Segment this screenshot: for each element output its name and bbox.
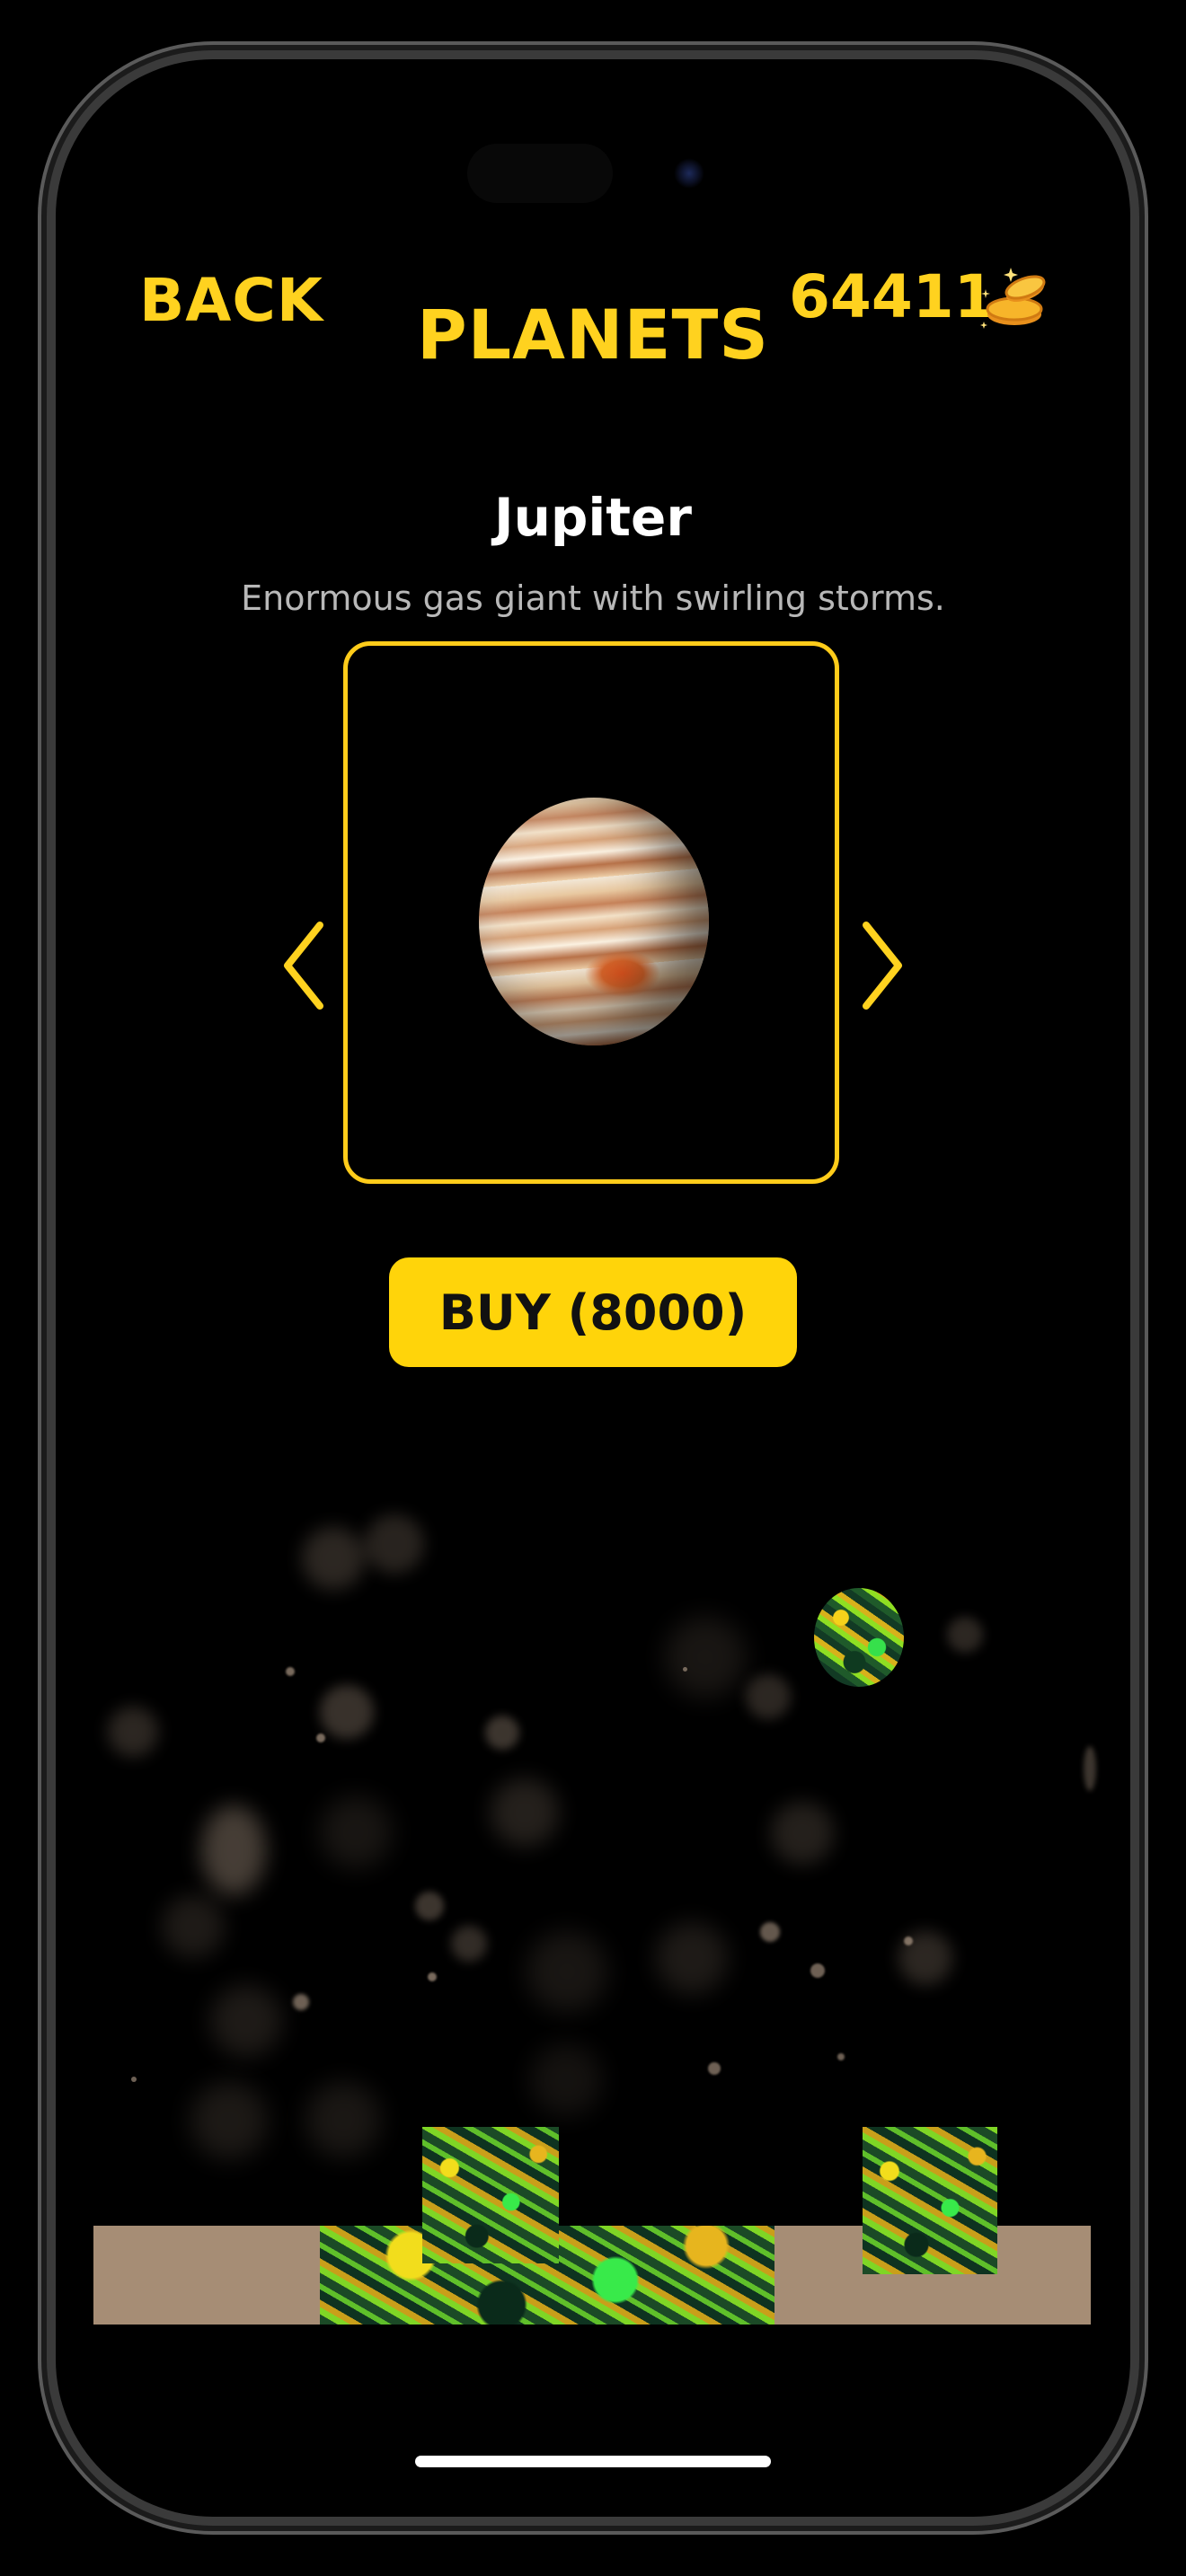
bokeh-particle <box>947 1617 983 1653</box>
bokeh-particle <box>485 1716 519 1750</box>
bokeh-particle <box>162 1895 225 1958</box>
bokeh-particle <box>302 1527 365 1590</box>
grass-block <box>422 2127 559 2263</box>
bokeh-particle <box>746 1674 791 1719</box>
bokeh-particle <box>760 1922 780 1942</box>
bokeh-particle <box>415 1892 444 1920</box>
bokeh-particle <box>286 1667 295 1676</box>
bokeh-particle <box>108 1707 158 1757</box>
game-screen: BACK PLANETS 64411 Jupiter Enormous gas … <box>0 0 1186 2576</box>
bokeh-particle <box>683 1667 687 1672</box>
bokeh-particle <box>904 1936 913 1945</box>
home-indicator <box>415 2456 771 2467</box>
bokeh-particle <box>320 1796 392 1868</box>
bokeh-particle <box>320 1685 374 1739</box>
bokeh-particle <box>665 1617 746 1698</box>
planet-description: Enormous gas giant with swirling storms. <box>241 578 945 618</box>
bokeh-particle <box>316 1734 325 1742</box>
bokeh-particle <box>451 1926 487 1962</box>
buy-button[interactable]: BUY (8000) <box>389 1257 797 1367</box>
planet-name: Jupiter <box>494 487 692 548</box>
bokeh-particle <box>131 2077 137 2082</box>
bokeh-particle <box>305 2082 381 2157</box>
falling-planet <box>814 1588 904 1687</box>
front-camera <box>674 158 704 189</box>
bokeh-particle <box>530 2044 602 2116</box>
bokeh-particle <box>708 2062 721 2075</box>
coin-balance: 64411 <box>789 262 996 331</box>
bokeh-particle <box>1084 1746 1096 1791</box>
grass-block <box>863 2127 997 2274</box>
chevron-left-icon[interactable] <box>277 916 331 1015</box>
chevron-right-icon[interactable] <box>855 916 909 1015</box>
bokeh-particle <box>491 1778 559 1847</box>
gold-coins-icon <box>980 268 1046 329</box>
bokeh-particle <box>810 1963 825 1978</box>
bokeh-particle <box>428 1972 437 1981</box>
bokeh-particle <box>293 1994 309 2010</box>
bokeh-particle <box>190 2082 268 2159</box>
dynamic-island <box>467 144 613 203</box>
bokeh-particle <box>365 1514 424 1574</box>
bokeh-particle <box>210 1985 282 2057</box>
bokeh-particle <box>201 1805 266 1895</box>
jupiter-planet-image <box>479 798 709 1045</box>
bokeh-particle <box>837 2053 845 2060</box>
bokeh-particle <box>527 1931 607 2012</box>
bokeh-particle <box>656 1922 728 1994</box>
bokeh-particle <box>771 1802 834 1865</box>
